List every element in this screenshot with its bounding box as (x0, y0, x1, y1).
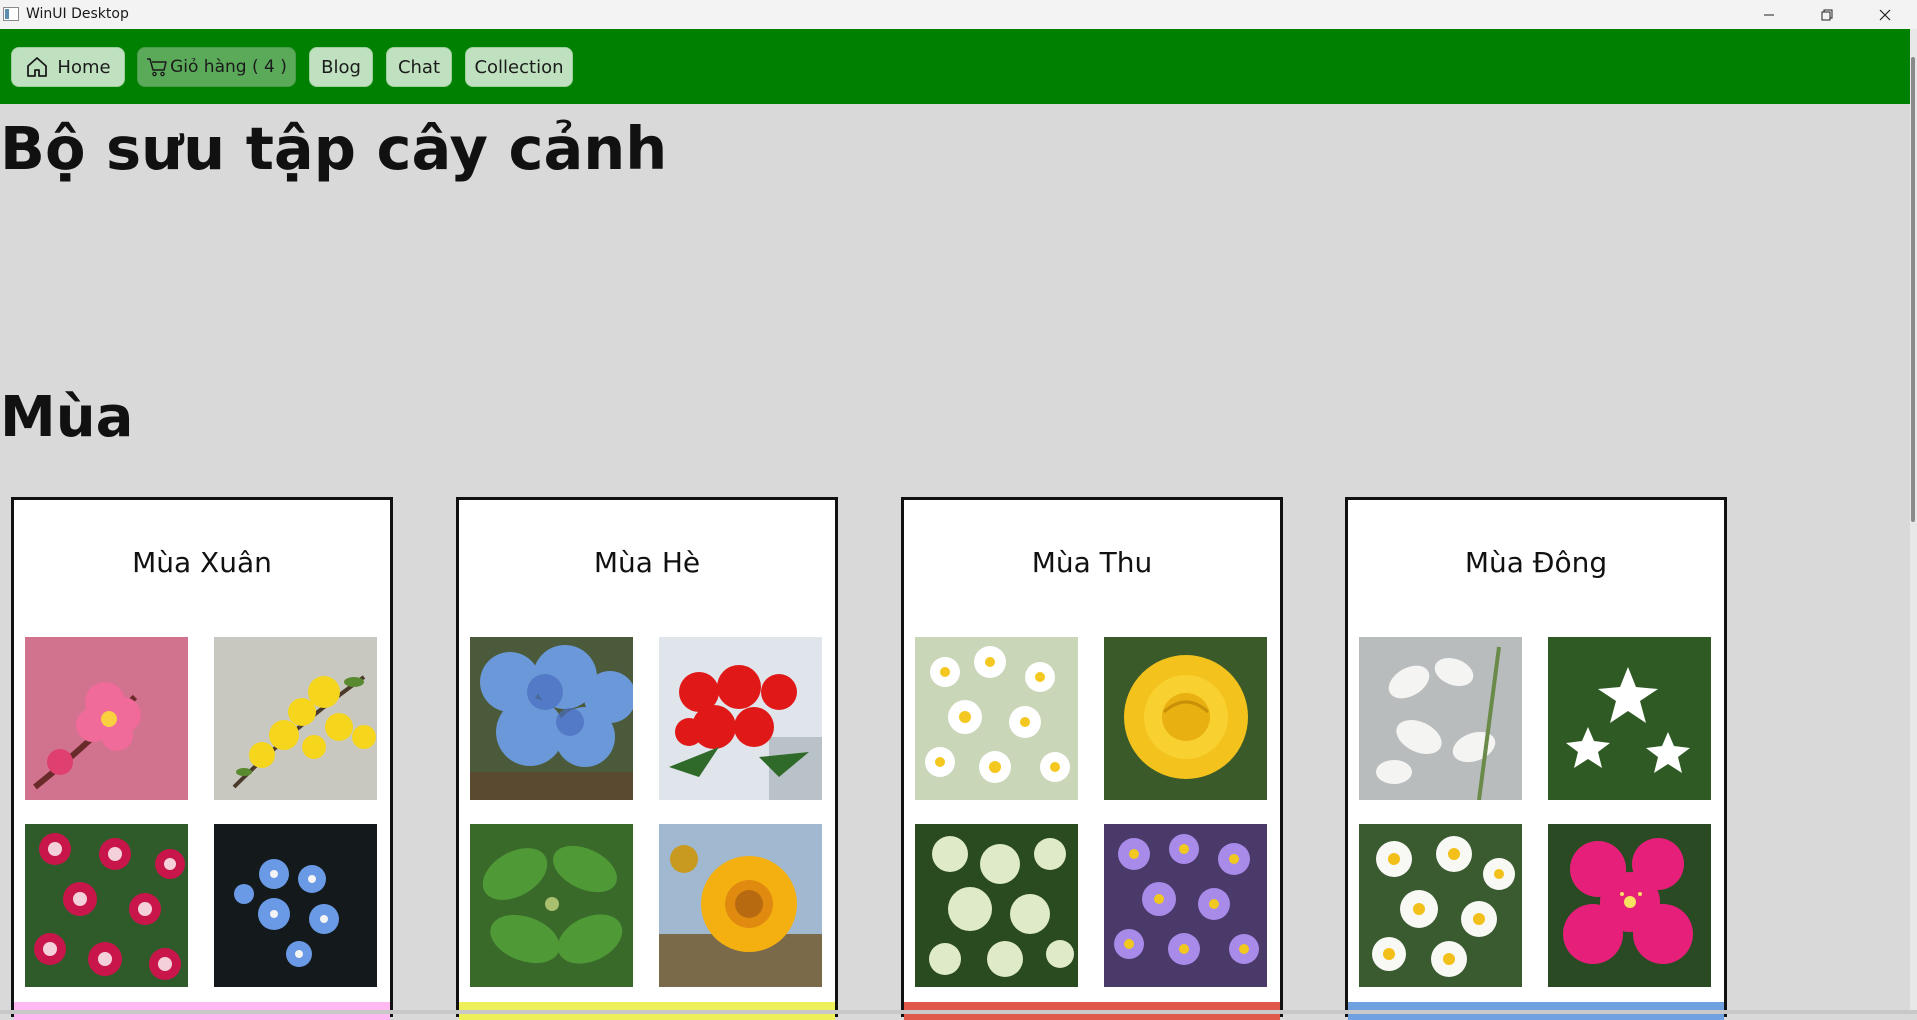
season-card-autumn[interactable]: Mùa Thu (901, 497, 1283, 1020)
season-title: Mùa Đông (1464, 546, 1608, 579)
home-button[interactable]: Home (11, 47, 125, 87)
blog-label: Blog (321, 56, 361, 78)
app-icon (3, 7, 19, 21)
season-title: Mùa Xuân (132, 546, 272, 579)
flower-photo[interactable] (1104, 824, 1267, 987)
page-title: Bộ sưu tập cây cảnh (0, 114, 668, 183)
flower-photo[interactable] (470, 824, 633, 987)
flower-photo[interactable] (1104, 637, 1267, 800)
flower-photo[interactable] (1359, 637, 1522, 800)
flower-photo[interactable] (915, 637, 1078, 800)
home-icon (27, 57, 48, 77)
cart-button[interactable]: Giỏ hàng ( 4 ) (137, 47, 296, 87)
section-title: Mùa (0, 385, 134, 450)
flower-photo[interactable] (25, 637, 188, 800)
season-card-summer[interactable]: Mùa Hè (456, 497, 838, 1020)
collection-label: Collection (474, 56, 564, 78)
season-title: Mùa Hè (593, 546, 701, 579)
vertical-scrollbar[interactable] (1910, 29, 1917, 1014)
cart-label: Giỏ hàng ( 4 ) (170, 57, 287, 77)
season-card-winter[interactable]: Mùa Đông (1345, 497, 1727, 1020)
season-title: Mùa Thu (1031, 546, 1153, 579)
flower-photo[interactable] (214, 824, 377, 987)
flower-photo[interactable] (214, 637, 377, 800)
window-title: WinUI Desktop (26, 6, 129, 22)
cart-icon (147, 58, 167, 77)
close-icon (1879, 9, 1891, 20)
flower-photo[interactable] (25, 824, 188, 987)
minimize-icon (1764, 14, 1774, 15)
flower-photo[interactable] (659, 637, 822, 800)
flower-photo[interactable] (1359, 824, 1522, 987)
flower-photo[interactable] (659, 824, 822, 987)
home-label: Home (57, 56, 111, 78)
flower-photo[interactable] (915, 824, 1078, 987)
scrollbar-thumb[interactable] (1911, 57, 1915, 522)
blog-button[interactable]: Blog (309, 47, 373, 87)
close-button[interactable] (1856, 0, 1914, 29)
restore-icon (1821, 9, 1833, 20)
navigation-bar: Home Giỏ hàng ( 4 ) Blog Chat Collection (0, 29, 1917, 104)
season-card-spring[interactable]: Mùa Xuân (11, 497, 393, 1020)
chat-button[interactable]: Chat (386, 47, 452, 87)
flower-photo[interactable] (1548, 637, 1711, 800)
bottom-divider (0, 1010, 1917, 1014)
flower-photo[interactable] (1548, 824, 1711, 987)
flower-photo[interactable] (470, 637, 633, 800)
chat-label: Chat (397, 56, 441, 78)
restore-button[interactable] (1798, 0, 1856, 29)
collection-button[interactable]: Collection (465, 47, 573, 87)
title-bar: WinUI Desktop (0, 0, 1917, 29)
minimize-button[interactable] (1740, 0, 1798, 29)
